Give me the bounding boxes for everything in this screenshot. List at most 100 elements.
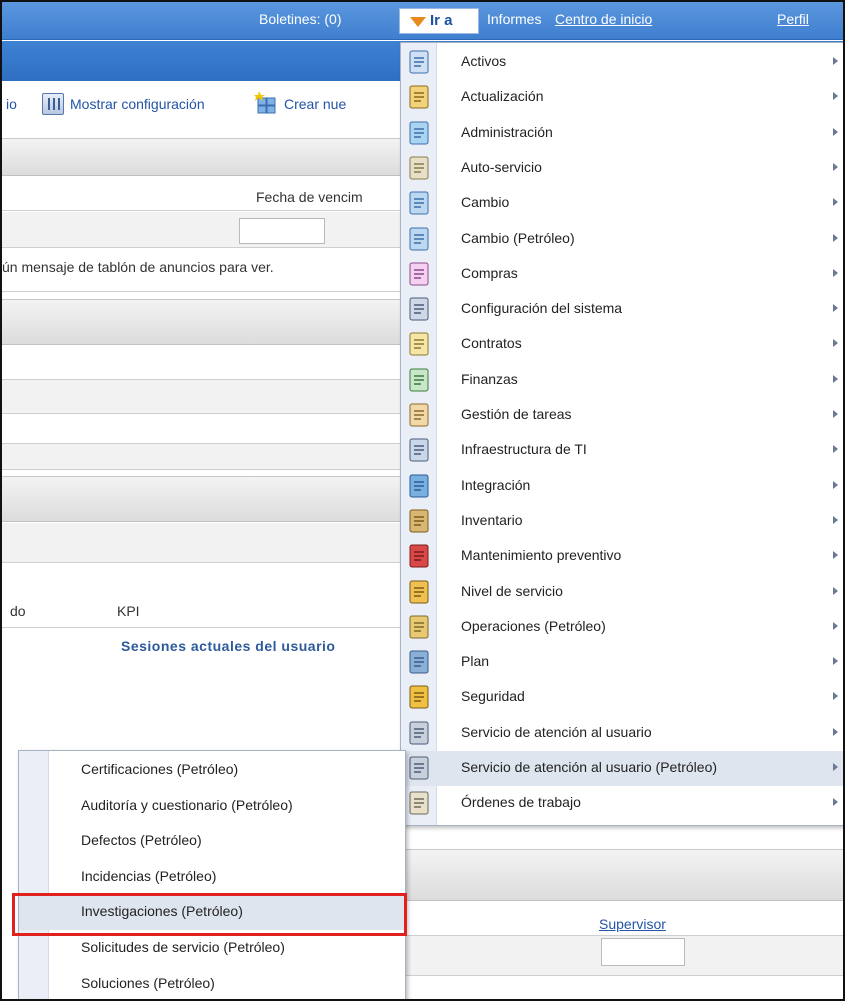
submenu-item[interactable]: Solicitudes de servicio (Petróleo) — [19, 931, 405, 966]
section-header-4 — [402, 849, 843, 901]
table-row — [2, 414, 402, 444]
submenu-item[interactable]: Certificaciones (Petróleo) — [19, 753, 405, 788]
service-desk-icon — [409, 721, 429, 745]
submenu-arrow-icon — [833, 410, 838, 418]
menu-item[interactable]: Cambio (Petróleo) — [401, 222, 843, 257]
admin-icon — [409, 121, 429, 145]
dropdown-arrow-icon — [410, 17, 426, 27]
service-desk-oil-submenu: Certificaciones (Petróleo) Auditoría y cu… — [18, 750, 406, 999]
menu-item[interactable]: Mantenimiento preventivo — [401, 539, 843, 574]
supervisor-column-header[interactable]: Supervisor — [599, 916, 666, 932]
highlight-box — [12, 893, 407, 936]
menu-item-label: Infraestructura de TI — [461, 441, 587, 458]
change-oil-icon — [409, 227, 429, 250]
submenu-item[interactable]: Defectos (Petróleo) — [19, 824, 405, 859]
toolbar-partial-link[interactable]: io — [6, 96, 17, 112]
menu-item[interactable]: Inventario — [401, 504, 843, 539]
supervisor-filter-input[interactable] — [601, 938, 685, 966]
partial-column-header[interactable]: do — [10, 603, 26, 619]
menu-item[interactable]: Administración — [401, 116, 843, 151]
table-row — [2, 444, 402, 470]
fecha-column-header[interactable]: Fecha de vencim — [256, 189, 363, 205]
menu-item[interactable]: Seguridad — [401, 680, 843, 715]
create-new-icon[interactable] — [254, 90, 278, 116]
menu-item-label: Cambio (Petróleo) — [461, 229, 575, 246]
submenu-item[interactable]: Incidencias (Petróleo) — [19, 860, 405, 895]
goto-menu-button[interactable]: Ir a — [399, 8, 479, 34]
goto-dropdown-menu: Activos Actualización Administración Auto-s… — [400, 42, 843, 826]
security-icon — [409, 685, 429, 709]
submenu-item[interactable]: Soluciones (Petróleo) — [19, 967, 405, 999]
menu-item[interactable]: Servicio de atención al usuario — [401, 716, 843, 751]
centro-inicio-link[interactable]: Centro de inicio — [555, 11, 652, 27]
menu-item[interactable]: Integración — [401, 469, 843, 504]
submenu-arrow-icon — [833, 92, 838, 101]
menu-item[interactable]: Cambio — [401, 186, 843, 221]
boletines-link[interactable]: Boletines: (0) — [259, 11, 341, 27]
submenu-arrow-icon — [833, 621, 838, 630]
submenu-arrow-icon — [833, 57, 838, 65]
menu-item[interactable]: Auto-servicio — [401, 151, 843, 186]
it-infrastructure-icon — [409, 438, 429, 462]
menu-item-label: Contratos — [461, 335, 522, 352]
show-config-link[interactable]: Mostrar configuración — [70, 96, 205, 112]
submenu-arrow-icon — [833, 515, 838, 524]
settings-sliders-icon[interactable] — [42, 93, 64, 115]
menu-item[interactable]: Actualización — [401, 80, 843, 115]
submenu-arrow-icon — [833, 480, 838, 489]
menu-item[interactable]: Operaciones (Petróleo) — [401, 610, 843, 645]
submenu-item-label: Solicitudes de servicio (Petróleo) — [81, 939, 285, 955]
menu-item[interactable]: Contratos — [401, 327, 843, 362]
menu-item-label: Plan — [461, 653, 490, 670]
service-desk-oil-icon — [409, 756, 429, 780]
submenu-arrow-icon — [833, 727, 838, 736]
menu-item-label: Administración — [461, 123, 553, 140]
plan-icon — [409, 650, 429, 674]
menu-item[interactable]: Finanzas — [401, 363, 843, 398]
menu-item-label: Seguridad — [461, 688, 525, 705]
menu-item[interactable]: Nivel de servicio — [401, 575, 843, 610]
create-new-link[interactable]: Crear nue — [284, 96, 346, 112]
menu-item[interactable]: Servicio de atención al usuario (Petróle… — [401, 751, 843, 786]
menu-item[interactable]: Infraestructura de TI — [401, 433, 843, 468]
top-nav-bar: Boletines: (0) Ir a Informes Centro de i… — [2, 2, 843, 40]
filter-row — [2, 212, 402, 248]
submenu-item-label: Soluciones (Petróleo) — [81, 974, 215, 991]
menu-item[interactable]: Gestión de tareas — [401, 398, 843, 433]
menu-item[interactable]: Compras — [401, 257, 843, 292]
perfil-link[interactable]: Perfil — [777, 11, 809, 27]
submenu-item[interactable]: Auditoría y cuestionario (Petróleo) — [19, 789, 405, 824]
user-sessions-label: Sesiones actuales del usuario — [121, 638, 336, 654]
kpi-header-row — [2, 592, 402, 628]
toolbar: io Mostrar configuración Crear nue — [2, 90, 402, 120]
submenu-arrow-icon — [833, 657, 838, 666]
preventive-maintenance-icon — [409, 544, 429, 568]
menu-item[interactable]: Plan — [401, 645, 843, 680]
menu-item-label: Activos — [461, 53, 507, 69]
menu-item-label: Cambio — [461, 194, 510, 211]
submenu-arrow-icon — [833, 127, 838, 136]
submenu-arrow-icon — [833, 445, 838, 454]
submenu-arrow-icon — [833, 551, 838, 560]
menu-item[interactable]: Activos — [401, 45, 843, 80]
integration-icon — [409, 474, 429, 498]
menu-item-label: Configuración del sistema — [461, 300, 623, 317]
kpi-column-header[interactable]: KPI — [117, 603, 140, 619]
table-row — [2, 523, 402, 563]
submenu-item-label: Incidencias (Petróleo) — [81, 867, 217, 884]
fecha-filter-input[interactable] — [239, 218, 325, 244]
informes-link[interactable]: Informes — [487, 11, 541, 27]
submenu-arrow-icon — [833, 692, 838, 701]
system-config-icon — [409, 297, 429, 321]
menu-item[interactable]: Configuración del sistema — [401, 292, 843, 327]
change-icon — [409, 191, 429, 215]
submenu-arrow-icon — [833, 798, 838, 807]
submenu-arrow-icon — [833, 763, 838, 771]
submenu-item-label: Defectos (Petróleo) — [81, 832, 202, 849]
menu-item-label: Órdenes de trabajo — [461, 794, 581, 811]
work-orders-icon — [409, 791, 429, 815]
menu-item-label: Integración — [461, 476, 531, 493]
menu-item[interactable]: Órdenes de trabajo — [401, 786, 843, 821]
submenu-arrow-icon — [833, 339, 838, 348]
section-header-1 — [2, 138, 402, 176]
